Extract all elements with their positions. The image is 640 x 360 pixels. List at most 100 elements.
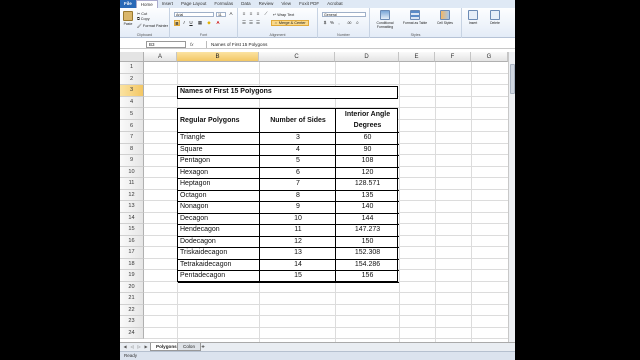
- borders-icon[interactable]: ▦: [197, 20, 203, 26]
- row-header-4[interactable]: 4: [120, 96, 144, 108]
- last-sheet-icon[interactable]: ▶: [143, 344, 149, 350]
- sides-cell[interactable]: 13: [260, 248, 336, 259]
- angle-cell[interactable]: 150: [336, 237, 399, 248]
- worksheet-grid[interactable]: Names of First 15 Polygons Regular Polyg…: [144, 62, 515, 342]
- align-middle-icon[interactable]: ≡: [248, 11, 254, 17]
- function-icon[interactable]: fx: [190, 41, 194, 48]
- paste-icon[interactable]: [123, 11, 133, 21]
- column-header-e[interactable]: E: [399, 52, 435, 62]
- tab-home[interactable]: Home: [135, 0, 158, 8]
- tab-acrobat[interactable]: Acrobat: [323, 0, 347, 8]
- row-header-3[interactable]: 3: [120, 85, 144, 97]
- tab-file[interactable]: File: [120, 0, 136, 8]
- column-header-d[interactable]: D: [335, 52, 399, 62]
- row-header-8[interactable]: 8: [120, 143, 144, 155]
- column-header-g[interactable]: G: [471, 52, 508, 62]
- tab-data[interactable]: Data: [237, 0, 255, 8]
- header-regular-polygons[interactable]: Regular Polygons: [180, 109, 258, 132]
- column-header-b[interactable]: B: [177, 52, 259, 62]
- underline-icon[interactable]: U: [188, 20, 194, 26]
- angle-cell[interactable]: 128.571: [336, 179, 399, 190]
- sides-cell[interactable]: 15: [260, 271, 336, 282]
- formula-input[interactable]: Names of First 15 Polygons: [206, 41, 511, 48]
- column-header-a[interactable]: A: [144, 52, 177, 62]
- angle-cell[interactable]: 108: [336, 156, 399, 167]
- merge-center-button[interactable]: ⇔ Merge & Center: [271, 20, 309, 26]
- prev-sheet-icon[interactable]: ◁: [129, 344, 135, 350]
- tab-foxit-pdf[interactable]: Foxit PDF: [295, 0, 323, 8]
- tab-review[interactable]: Review: [255, 0, 278, 8]
- align-center-icon[interactable]: ☰: [248, 20, 254, 26]
- cell-styles-icon[interactable]: [440, 10, 450, 20]
- sides-cell[interactable]: 4: [260, 145, 336, 156]
- italic-icon[interactable]: I: [181, 20, 187, 26]
- name-box[interactable]: B3: [146, 41, 186, 48]
- polygon-name-cell[interactable]: Nonagon: [180, 202, 258, 213]
- sides-cell[interactable]: 7: [260, 179, 336, 190]
- font-color-icon[interactable]: A: [215, 20, 221, 26]
- tab-view[interactable]: View: [277, 0, 295, 8]
- sides-cell[interactable]: 12: [260, 237, 336, 248]
- polygon-name-cell[interactable]: Hexagon: [180, 168, 258, 179]
- row-header-5[interactable]: 5: [120, 108, 144, 120]
- angle-cell[interactable]: 140: [336, 202, 399, 213]
- tab-insert[interactable]: Insert: [158, 0, 177, 8]
- scroll-thumb[interactable]: [510, 64, 515, 94]
- polygon-name-cell[interactable]: Tetrakaidecagon: [180, 260, 258, 271]
- header-number-of-sides[interactable]: Number of Sides: [260, 109, 336, 132]
- column-header-f[interactable]: F: [435, 52, 471, 62]
- fill-color-icon[interactable]: ◆: [206, 20, 212, 26]
- row-header-17[interactable]: 17: [120, 247, 144, 259]
- angle-cell[interactable]: 120: [336, 168, 399, 179]
- align-left-icon[interactable]: ☰: [241, 20, 247, 26]
- tab-formulas[interactable]: Formulas: [210, 0, 237, 8]
- sides-cell[interactable]: 8: [260, 191, 336, 202]
- insert-cells-icon[interactable]: [468, 10, 478, 20]
- angle-cell[interactable]: 156: [336, 271, 399, 282]
- increase-decimal-icon[interactable]: .00: [346, 20, 352, 26]
- tab-page-layout[interactable]: Page Layout: [177, 0, 210, 8]
- format-as-table-icon[interactable]: [410, 10, 420, 20]
- column-header-c[interactable]: C: [259, 52, 335, 62]
- polygon-name-cell[interactable]: Pentadecagon: [180, 271, 258, 282]
- grow-font-icon[interactable]: A: [228, 11, 234, 17]
- angle-cell[interactable]: 152.308: [336, 248, 399, 259]
- wrap-text-button[interactable]: ↵ Wrap Text: [273, 12, 294, 17]
- align-bottom-icon[interactable]: ≡: [255, 11, 261, 17]
- row-header-21[interactable]: 21: [120, 293, 144, 305]
- polygon-name-cell[interactable]: Pentagon: [180, 156, 258, 167]
- row-header-20[interactable]: 20: [120, 281, 144, 293]
- row-header-23[interactable]: 23: [120, 316, 144, 328]
- decrease-decimal-icon[interactable]: .0: [354, 20, 360, 26]
- copy-button[interactable]: ⧉ Copy: [137, 17, 150, 21]
- new-sheet-icon[interactable]: ✚: [200, 344, 206, 350]
- row-header-10[interactable]: 10: [120, 166, 144, 178]
- select-all-corner[interactable]: [120, 52, 144, 62]
- row-header-11[interactable]: 11: [120, 178, 144, 190]
- header-degrees[interactable]: Degrees: [336, 120, 399, 132]
- row-header-1[interactable]: 1: [120, 62, 144, 74]
- row-header-22[interactable]: 22: [120, 304, 144, 316]
- angle-cell[interactable]: 90: [336, 145, 399, 156]
- row-header-6[interactable]: 6: [120, 120, 144, 132]
- delete-cells-icon[interactable]: [490, 10, 500, 20]
- sheet-title[interactable]: Names of First 15 Polygons: [180, 88, 272, 95]
- angle-cell[interactable]: 154.286: [336, 260, 399, 271]
- row-header-13[interactable]: 13: [120, 201, 144, 213]
- percent-icon[interactable]: %: [329, 20, 335, 26]
- conditional-formatting-icon[interactable]: [380, 10, 390, 20]
- vertical-scrollbar[interactable]: [508, 52, 515, 342]
- angle-cell[interactable]: 144: [336, 214, 399, 225]
- row-header-18[interactable]: 18: [120, 258, 144, 270]
- sheet-tab-colon[interactable]: Colon: [177, 343, 202, 351]
- angle-cell[interactable]: 135: [336, 191, 399, 202]
- polygon-name-cell[interactable]: Heptagon: [180, 179, 258, 190]
- bold-icon[interactable]: B: [174, 20, 180, 26]
- align-right-icon[interactable]: ☰: [255, 20, 261, 26]
- comma-icon[interactable]: ,: [336, 20, 342, 26]
- number-format-dropdown[interactable]: General: [322, 12, 366, 17]
- polygon-name-cell[interactable]: Hendecagon: [180, 225, 258, 236]
- angle-cell[interactable]: 147.273: [336, 225, 399, 236]
- format-painter-button[interactable]: 🖌 Format Painter: [137, 23, 168, 28]
- row-header-7[interactable]: 7: [120, 132, 144, 144]
